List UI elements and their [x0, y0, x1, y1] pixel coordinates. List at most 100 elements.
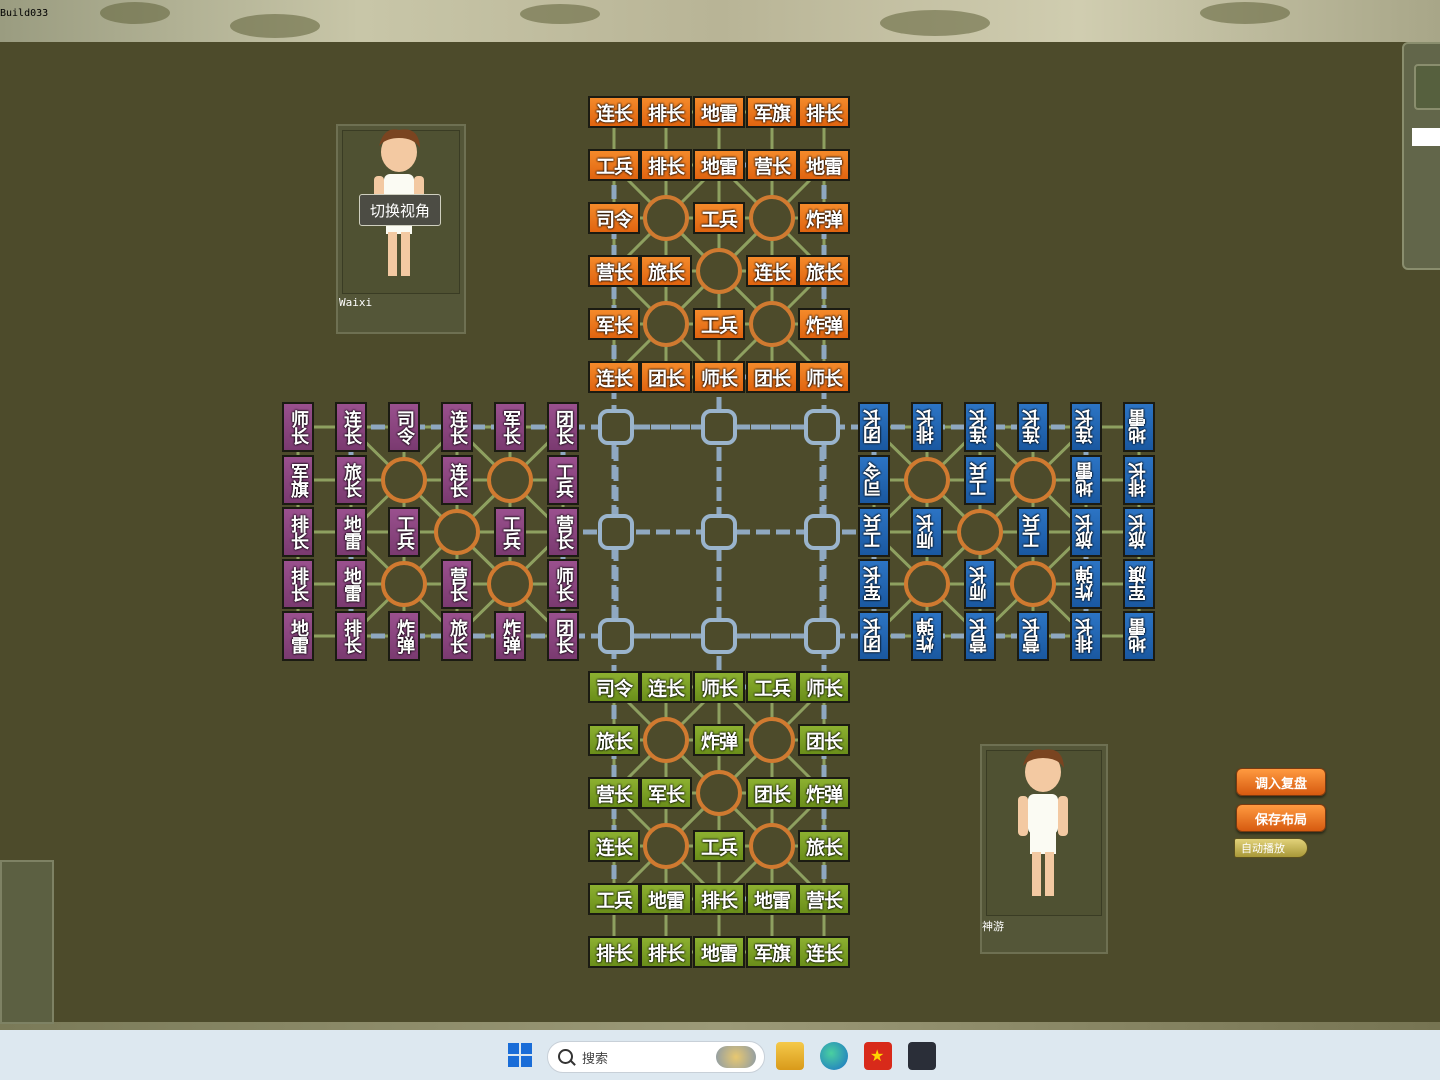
- game-piece[interactable]: 工兵: [746, 671, 798, 703]
- game-piece[interactable]: 炸弹: [798, 202, 850, 234]
- game-piece[interactable]: 地雷: [335, 559, 367, 609]
- game-piece[interactable]: 司令: [588, 671, 640, 703]
- game-piece[interactable]: 旅长: [798, 830, 850, 862]
- terminal-app-icon[interactable]: [908, 1042, 936, 1070]
- game-piece[interactable]: 排长: [282, 559, 314, 609]
- game-piece[interactable]: 工兵: [388, 507, 420, 557]
- game-piece[interactable]: 炸弹: [911, 611, 943, 661]
- game-piece[interactable]: 师长: [282, 402, 314, 452]
- game-piece[interactable]: 军长: [640, 777, 692, 809]
- game-piece[interactable]: 工兵: [858, 507, 890, 557]
- game-piece[interactable]: 旅长: [1123, 507, 1155, 557]
- game-piece[interactable]: 旅长: [335, 455, 367, 505]
- edge-browser-icon[interactable]: [820, 1042, 848, 1070]
- game-piece[interactable]: 连长: [588, 96, 640, 128]
- game-piece[interactable]: 工兵: [693, 202, 745, 234]
- file-explorer-icon[interactable]: [776, 1042, 804, 1070]
- game-piece[interactable]: 地雷: [282, 611, 314, 661]
- game-piece[interactable]: 团长: [858, 611, 890, 661]
- game-piece[interactable]: 工兵: [964, 455, 996, 505]
- game-piece[interactable]: 地雷: [1123, 402, 1155, 452]
- game-piece[interactable]: 地雷: [693, 96, 745, 128]
- game-piece[interactable]: 团长: [547, 611, 579, 661]
- game-piece[interactable]: 营长: [964, 611, 996, 661]
- game-piece[interactable]: 工兵: [1017, 507, 1049, 557]
- taskbar-search[interactable]: 搜索: [547, 1041, 765, 1073]
- game-piece[interactable]: 连长: [798, 936, 850, 968]
- game-piece[interactable]: 营长: [441, 559, 473, 609]
- game-piece[interactable]: 排长: [911, 402, 943, 452]
- game-piece[interactable]: 师长: [547, 559, 579, 609]
- game-piece[interactable]: 炸弹: [693, 724, 745, 756]
- game-app-icon[interactable]: ★: [864, 1042, 892, 1070]
- game-piece[interactable]: 排长: [798, 96, 850, 128]
- game-piece[interactable]: 工兵: [588, 149, 640, 181]
- game-piece[interactable]: 连长: [746, 255, 798, 287]
- game-piece[interactable]: 旅长: [588, 724, 640, 756]
- game-piece[interactable]: 军旗: [282, 455, 314, 505]
- game-piece[interactable]: 团长: [746, 777, 798, 809]
- game-piece[interactable]: 团长: [547, 402, 579, 452]
- game-piece[interactable]: 营长: [798, 883, 850, 915]
- game-piece[interactable]: 团长: [798, 724, 850, 756]
- game-piece[interactable]: 旅长: [441, 611, 473, 661]
- game-piece[interactable]: 排长: [335, 611, 367, 661]
- game-piece[interactable]: 连长: [588, 830, 640, 862]
- game-piece[interactable]: 排长: [640, 96, 692, 128]
- game-piece[interactable]: 炸弹: [388, 611, 420, 661]
- game-piece[interactable]: 团长: [858, 402, 890, 452]
- game-piece[interactable]: 连长: [1070, 402, 1102, 452]
- game-piece[interactable]: 司令: [858, 455, 890, 505]
- game-piece[interactable]: 地雷: [693, 149, 745, 181]
- game-piece[interactable]: 旅长: [1070, 507, 1102, 557]
- game-piece[interactable]: 排长: [640, 149, 692, 181]
- game-piece[interactable]: 军长: [858, 559, 890, 609]
- game-piece[interactable]: 排长: [588, 936, 640, 968]
- game-piece[interactable]: 师长: [693, 671, 745, 703]
- game-piece[interactable]: 营长: [547, 507, 579, 557]
- game-piece[interactable]: 连长: [441, 402, 473, 452]
- game-piece[interactable]: 连长: [1017, 402, 1049, 452]
- game-piece[interactable]: 地雷: [798, 149, 850, 181]
- load-replay-button[interactable]: 调入复盘: [1236, 768, 1326, 796]
- game-piece[interactable]: 炸弹: [494, 611, 526, 661]
- game-piece[interactable]: 师长: [911, 507, 943, 557]
- switch-view-button[interactable]: 切换视角: [359, 194, 441, 226]
- game-piece[interactable]: 排长: [693, 883, 745, 915]
- game-piece[interactable]: 工兵: [693, 830, 745, 862]
- game-piece[interactable]: 炸弹: [1070, 559, 1102, 609]
- game-piece[interactable]: 工兵: [547, 455, 579, 505]
- game-piece[interactable]: 军旗: [746, 96, 798, 128]
- game-piece[interactable]: 营长: [588, 255, 640, 287]
- save-layout-button[interactable]: 保存布局: [1236, 804, 1326, 832]
- game-piece[interactable]: 军长: [494, 402, 526, 452]
- game-piece[interactable]: 营长: [1017, 611, 1049, 661]
- game-piece[interactable]: 师长: [693, 361, 745, 393]
- game-piece[interactable]: 师长: [798, 361, 850, 393]
- game-piece[interactable]: 司令: [588, 202, 640, 234]
- game-piece[interactable]: 营长: [588, 777, 640, 809]
- game-piece[interactable]: 炸弹: [798, 308, 850, 340]
- game-piece[interactable]: 炸弹: [798, 777, 850, 809]
- game-piece[interactable]: 连长: [964, 402, 996, 452]
- game-piece[interactable]: 排长: [282, 507, 314, 557]
- autoplay-button[interactable]: 自动播放: [1234, 838, 1308, 858]
- game-piece[interactable]: 地雷: [693, 936, 745, 968]
- game-piece[interactable]: 地雷: [1070, 455, 1102, 505]
- game-piece[interactable]: 团长: [746, 361, 798, 393]
- game-piece[interactable]: 排长: [1070, 611, 1102, 661]
- game-piece[interactable]: 地雷: [746, 883, 798, 915]
- game-piece[interactable]: 连长: [588, 361, 640, 393]
- game-piece[interactable]: 军旗: [1123, 559, 1155, 609]
- game-piece[interactable]: 排长: [1123, 455, 1155, 505]
- game-piece[interactable]: 连长: [640, 671, 692, 703]
- game-piece[interactable]: 司令: [388, 402, 420, 452]
- game-piece[interactable]: 团长: [640, 361, 692, 393]
- game-piece[interactable]: 连长: [441, 455, 473, 505]
- game-piece[interactable]: 军长: [588, 308, 640, 340]
- game-piece[interactable]: 地雷: [640, 883, 692, 915]
- windows-start-icon[interactable]: [508, 1043, 532, 1067]
- game-piece[interactable]: 地雷: [1123, 611, 1155, 661]
- game-piece[interactable]: 师长: [964, 559, 996, 609]
- game-piece[interactable]: 工兵: [693, 308, 745, 340]
